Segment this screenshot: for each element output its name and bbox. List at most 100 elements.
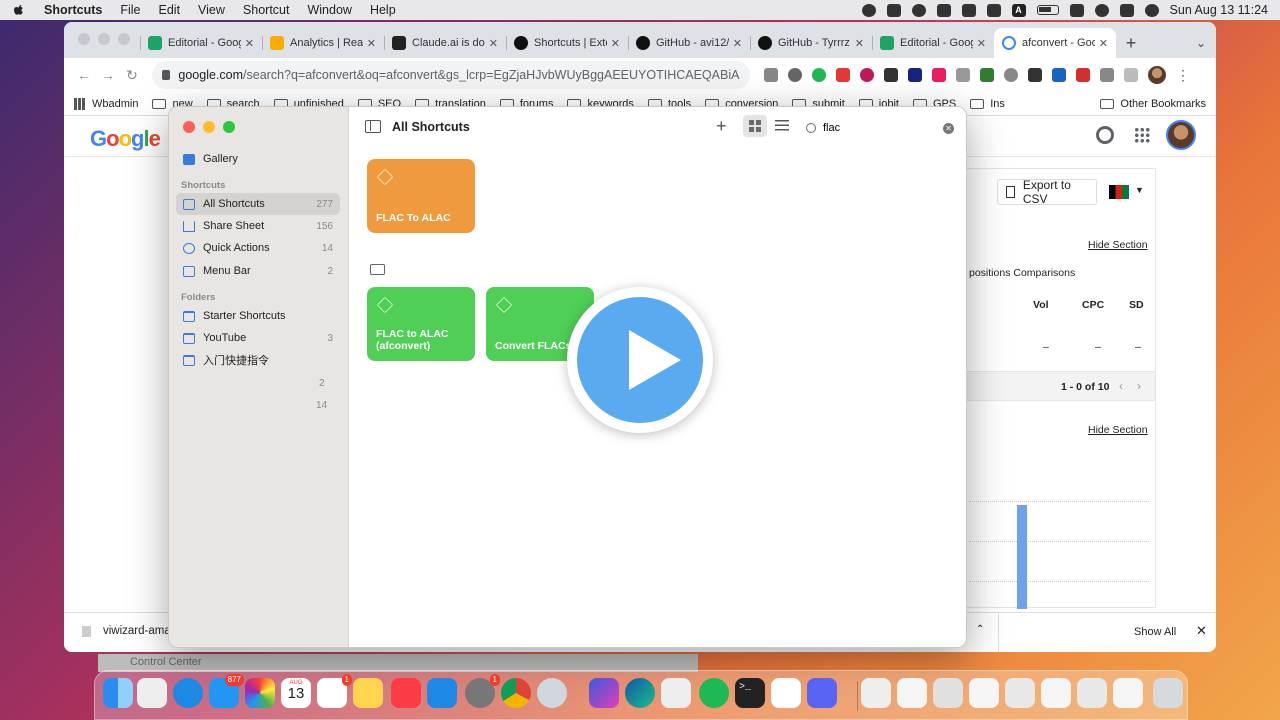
spotlight-search-icon[interactable]: [1094, 3, 1109, 17]
search-field[interactable]: ✕: [802, 117, 958, 139]
extension-icon[interactable]: [860, 68, 874, 82]
side-panel-icon[interactable]: [1124, 68, 1138, 82]
close-tab-icon[interactable]: ✕: [611, 37, 620, 50]
trash-icon[interactable]: [1153, 678, 1183, 708]
extension-icon[interactable]: [836, 68, 850, 82]
new-tab-button[interactable]: +: [1116, 28, 1146, 58]
browser-tab[interactable]: GitHub - Tyrrrz ✕: [750, 28, 872, 58]
quicktime-icon[interactable]: [537, 678, 567, 708]
close-tab-icon[interactable]: ✕: [855, 37, 864, 50]
hide-section-link[interactable]: Hide Section: [1088, 424, 1148, 436]
sidebar-folder-starter-cn[interactable]: 入门快捷指令: [176, 349, 340, 371]
export-csv-button[interactable]: Export to CSV: [997, 178, 1097, 206]
extension-icon[interactable]: [956, 68, 970, 82]
minimized-window-thumbnail[interactable]: [1005, 678, 1035, 708]
extension-icon[interactable]: [1004, 68, 1018, 82]
grammarly-icon[interactable]: [812, 68, 826, 82]
download-arrow-icon[interactable]: [980, 68, 994, 82]
siri-icon[interactable]: [1144, 3, 1159, 17]
terminal-icon[interactable]: >_: [735, 678, 765, 708]
music-icon[interactable]: [391, 678, 421, 708]
address-bar[interactable]: google.com/search?q=afconvert&oq=afconve…: [152, 61, 750, 89]
list-view-icon[interactable]: [775, 120, 789, 131]
extensions-icon[interactable]: [1100, 68, 1114, 82]
hide-section-link[interactable]: Hide Section: [1088, 239, 1148, 251]
close-tab-icon[interactable]: ✕: [489, 37, 498, 50]
shortcut-card[interactable]: FLAC To ALAC: [367, 159, 475, 233]
minimized-window-thumbnail[interactable]: [1041, 678, 1071, 708]
bookmark-item[interactable]: Wbadmin: [74, 97, 138, 110]
url-text[interactable]: google.com/search?q=afconvert&oq=afconve…: [178, 68, 740, 82]
close-tab-icon[interactable]: ✕: [245, 37, 254, 50]
launchpad-icon[interactable]: [137, 678, 167, 708]
menu-file[interactable]: File: [120, 3, 140, 17]
lock-icon[interactable]: [162, 70, 171, 80]
sidebar-folder-starter-shortcuts[interactable]: Starter Shortcuts: [176, 305, 340, 327]
record-icon[interactable]: [861, 3, 876, 17]
shortcuts-app-icon[interactable]: [589, 678, 619, 708]
zoom-window-button[interactable]: [223, 121, 235, 133]
chevron-down-icon[interactable]: ▼: [1135, 185, 1144, 195]
more-menu-icon[interactable]: ⋮: [1176, 67, 1190, 84]
next-page-icon[interactable]: ›: [1137, 379, 1141, 393]
browser-tab[interactable]: Claude.ai is do ✕: [384, 28, 506, 58]
menu-edit[interactable]: Edit: [159, 3, 181, 17]
finder-icon[interactable]: [103, 678, 133, 708]
google-logo[interactable]: Google: [90, 126, 161, 152]
menu-window[interactable]: Window: [307, 3, 351, 17]
minimize-window-button[interactable]: [203, 121, 215, 133]
menu-view[interactable]: View: [198, 3, 225, 17]
clock[interactable]: Sun Aug 13 11:24: [1170, 3, 1268, 17]
prev-page-icon[interactable]: ‹: [1119, 379, 1123, 393]
app-store-icon[interactable]: [427, 678, 457, 708]
close-tab-icon[interactable]: ✕: [977, 37, 986, 50]
country-flag-icon[interactable]: [1109, 185, 1129, 199]
menu-app-name[interactable]: Shortcuts: [44, 3, 102, 17]
extension-icon[interactable]: [1076, 68, 1090, 82]
bell-icon[interactable]: [936, 3, 951, 17]
minimized-window-thumbnail[interactable]: [1077, 678, 1107, 708]
close-tab-icon[interactable]: ✕: [733, 37, 742, 50]
panel-tabs[interactable]: positions Comparisons: [969, 267, 1075, 279]
notes-icon[interactable]: [353, 678, 383, 708]
cloud-icon[interactable]: [886, 3, 901, 17]
browser-tab[interactable]: Editorial - Goog ✕: [140, 28, 262, 58]
qq-penguin-icon[interactable]: [771, 678, 801, 708]
minimized-window-thumbnail[interactable]: [897, 678, 927, 708]
edge-dev-icon[interactable]: [625, 678, 655, 708]
music-document-icon[interactable]: [861, 678, 891, 708]
add-shortcut-button[interactable]: +: [716, 116, 727, 137]
sidebar-item-quick-actions[interactable]: Quick Actions 14: [176, 237, 340, 259]
sidebar-item-all-shortcuts[interactable]: All Shortcuts 277: [176, 193, 340, 215]
bookmark-folder[interactable]: Ins: [970, 98, 1005, 110]
grid-view-icon[interactable]: [743, 115, 767, 137]
menu-help[interactable]: Help: [370, 3, 396, 17]
zoom-window-button[interactable]: [118, 33, 130, 45]
extension-icon[interactable]: [908, 68, 922, 82]
close-tab-icon[interactable]: ✕: [367, 37, 376, 50]
sidebar-item-gallery[interactable]: Gallery: [176, 148, 340, 170]
close-window-button[interactable]: [183, 121, 195, 133]
sidebar-toggle-icon[interactable]: [365, 120, 381, 133]
profile-avatar[interactable]: [1148, 66, 1166, 84]
chrome-icon[interactable]: [501, 678, 531, 708]
sidebar-item-menu-bar[interactable]: Menu Bar 2: [176, 260, 340, 282]
menu-shortcut[interactable]: Shortcut: [243, 3, 290, 17]
layers-icon[interactable]: [961, 3, 976, 17]
minimized-window-thumbnail[interactable]: [933, 678, 963, 708]
rocket-icon[interactable]: [661, 678, 691, 708]
sidebar-folder-youtube[interactable]: YouTube 3: [176, 327, 340, 349]
back-arrow-icon[interactable]: ←: [72, 67, 96, 83]
settings-gear-icon[interactable]: [1096, 126, 1114, 144]
show-all-button[interactable]: Show All: [1134, 626, 1176, 638]
calendar-icon[interactable]: AUG 13: [281, 678, 311, 708]
search-input[interactable]: [823, 122, 933, 134]
sidebar-item-share-sheet[interactable]: Share Sheet 156: [176, 215, 340, 237]
mail-icon[interactable]: 877: [209, 674, 244, 708]
safari-icon[interactable]: [173, 678, 203, 708]
forward-arrow-icon[interactable]: →: [96, 67, 120, 83]
browser-tab[interactable]: Shortcuts | Exte ✕: [506, 28, 628, 58]
close-download-bar-icon[interactable]: ✕: [1196, 623, 1207, 639]
reload-icon[interactable]: ↻: [120, 67, 144, 84]
google-account-avatar[interactable]: [1166, 120, 1196, 150]
